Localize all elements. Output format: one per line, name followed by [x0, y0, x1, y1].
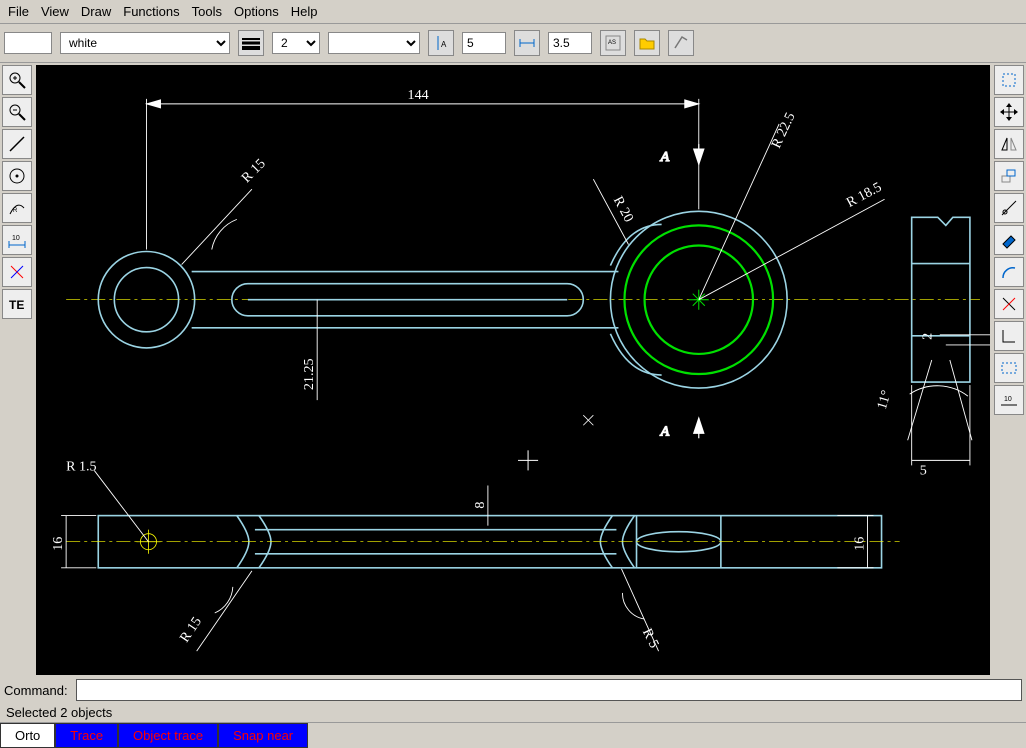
select-icon[interactable]	[994, 65, 1024, 95]
section-a-top: A	[660, 149, 670, 165]
circle-icon[interactable]	[2, 161, 32, 191]
dim-r1p5: R 1.5	[66, 458, 96, 474]
dimension-icon[interactable]: 10	[2, 225, 32, 255]
drawing-canvas[interactable]: A A	[36, 65, 990, 675]
dim-16b: 16	[851, 537, 867, 551]
paint-icon[interactable]	[994, 225, 1024, 255]
status-selection: Selected 2 objects	[0, 703, 1026, 722]
svg-text:TE: TE	[9, 298, 24, 312]
menu-draw[interactable]: Draw	[81, 4, 111, 19]
dim-16a: 16	[50, 537, 66, 551]
command-input[interactable]	[76, 679, 1022, 701]
rect-icon[interactable]	[994, 353, 1024, 383]
menu-tools[interactable]: Tools	[192, 4, 222, 19]
dim-r18: R 18.5	[844, 179, 885, 211]
section-a-bottom: A	[660, 423, 670, 439]
dim-horizontal-icon[interactable]	[514, 30, 540, 56]
arc-icon[interactable]: R	[2, 193, 32, 223]
menu-options[interactable]: Options	[234, 4, 279, 19]
menubar: File View Draw Functions Tools Options H…	[0, 0, 1026, 24]
dim-height-input[interactable]	[462, 32, 506, 54]
dim-r20: R 20	[610, 194, 637, 225]
svg-text:10: 10	[12, 235, 20, 242]
zoom-in-icon[interactable]	[2, 65, 32, 95]
trim-icon[interactable]	[994, 289, 1024, 319]
arc-tool-icon[interactable]	[994, 257, 1024, 287]
script-icon[interactable]	[668, 30, 694, 56]
menu-functions[interactable]: Functions	[123, 4, 179, 19]
mirror-icon[interactable]	[994, 129, 1024, 159]
dim-5: 5	[920, 462, 927, 478]
dim-144: 144	[408, 87, 429, 103]
svg-text:10: 10	[1004, 396, 1012, 403]
rotate-icon[interactable]	[994, 161, 1024, 191]
main-row: R 10 TE	[0, 63, 1026, 677]
snap-icon[interactable]	[2, 257, 32, 287]
menu-file[interactable]: File	[8, 4, 29, 19]
dim-r22: R 22.5	[768, 110, 798, 151]
svg-text:A: A	[441, 40, 447, 49]
dim-vertical-icon[interactable]: A	[428, 30, 454, 56]
toolbar-left: R 10 TE	[0, 63, 34, 677]
dim-2: 2	[920, 333, 936, 340]
zoom-out-icon[interactable]	[2, 97, 32, 127]
canvas-wrap: A A	[34, 63, 992, 677]
text-height-input[interactable]	[548, 32, 592, 54]
dim-r15b: R 15	[177, 614, 205, 645]
line-icon[interactable]	[2, 129, 32, 159]
line-style-icon[interactable]	[238, 30, 264, 56]
command-label: Command:	[4, 683, 68, 698]
move-icon[interactable]	[994, 97, 1024, 127]
dim-r5: R 5	[639, 626, 662, 651]
text-icon[interactable]: TE	[2, 289, 32, 319]
dim-r15a: R 15	[238, 156, 268, 186]
top-toolbar: white 2 A AS	[0, 24, 1026, 63]
snip-icon[interactable]	[994, 193, 1024, 223]
command-row: Command:	[0, 677, 1026, 703]
mode-object-trace[interactable]: Object trace	[118, 723, 218, 748]
svg-text:AS: AS	[608, 40, 616, 46]
dim-21: 21.25	[301, 358, 317, 390]
dim-8: 8	[472, 502, 488, 509]
color-select[interactable]: white	[60, 32, 230, 54]
save-icon[interactable]: AS	[600, 30, 626, 56]
mode-trace[interactable]: Trace	[55, 723, 118, 748]
open-folder-icon[interactable]	[634, 30, 660, 56]
cad-drawing: A A	[36, 65, 990, 675]
toolbar-right: 10	[992, 63, 1026, 677]
mode-row: Orto Trace Object trace Snap near	[0, 722, 1026, 748]
menu-view[interactable]: View	[41, 4, 69, 19]
svg-text:R: R	[13, 208, 18, 214]
mode-orto[interactable]: Orto	[0, 723, 55, 748]
corner-icon[interactable]	[994, 321, 1024, 351]
menu-help[interactable]: Help	[291, 4, 318, 19]
measure-icon[interactable]: 10	[994, 385, 1024, 415]
dim-11: 11°	[874, 388, 895, 411]
mode-snap-near[interactable]: Snap near	[218, 723, 308, 748]
line-type-select[interactable]	[328, 32, 420, 54]
line-width-select[interactable]: 2	[272, 32, 320, 54]
color-swatch[interactable]	[4, 32, 52, 54]
